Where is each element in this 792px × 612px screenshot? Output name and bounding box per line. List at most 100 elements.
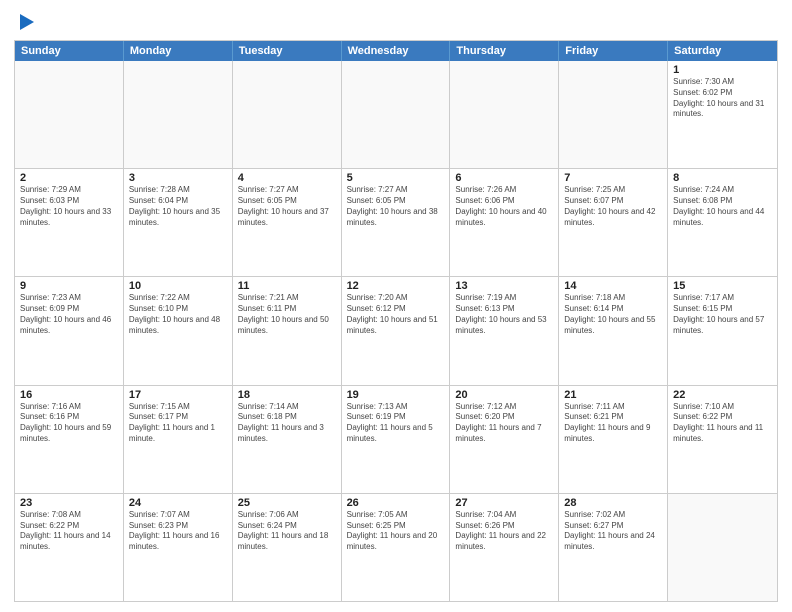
logo-icon — [16, 10, 36, 34]
day-number: 27 — [455, 497, 553, 509]
day-info: Sunrise: 7:14 AM Sunset: 6:18 PM Dayligh… — [238, 402, 336, 445]
day-number: 10 — [129, 280, 227, 292]
day-cell-6: 6Sunrise: 7:26 AM Sunset: 6:06 PM Daylig… — [450, 169, 559, 276]
calendar-row-2: 9Sunrise: 7:23 AM Sunset: 6:09 PM Daylig… — [15, 276, 777, 384]
day-cell-20: 20Sunrise: 7:12 AM Sunset: 6:20 PM Dayli… — [450, 386, 559, 493]
day-number: 1 — [673, 64, 772, 76]
day-number: 16 — [20, 389, 118, 401]
day-info: Sunrise: 7:29 AM Sunset: 6:03 PM Dayligh… — [20, 185, 118, 228]
day-info: Sunrise: 7:28 AM Sunset: 6:04 PM Dayligh… — [129, 185, 227, 228]
day-number: 25 — [238, 497, 336, 509]
calendar-header: SundayMondayTuesdayWednesdayThursdayFrid… — [15, 41, 777, 61]
day-cell-28: 28Sunrise: 7:02 AM Sunset: 6:27 PM Dayli… — [559, 494, 668, 601]
day-cell-15: 15Sunrise: 7:17 AM Sunset: 6:15 PM Dayli… — [668, 277, 777, 384]
empty-cell-r0c1 — [124, 61, 233, 168]
day-info: Sunrise: 7:04 AM Sunset: 6:26 PM Dayligh… — [455, 510, 553, 553]
empty-cell-r0c3 — [342, 61, 451, 168]
day-cell-22: 22Sunrise: 7:10 AM Sunset: 6:22 PM Dayli… — [668, 386, 777, 493]
day-number: 26 — [347, 497, 445, 509]
day-number: 13 — [455, 280, 553, 292]
day-info: Sunrise: 7:15 AM Sunset: 6:17 PM Dayligh… — [129, 402, 227, 445]
day-number: 2 — [20, 172, 118, 184]
day-number: 7 — [564, 172, 662, 184]
day-info: Sunrise: 7:26 AM Sunset: 6:06 PM Dayligh… — [455, 185, 553, 228]
day-cell-21: 21Sunrise: 7:11 AM Sunset: 6:21 PM Dayli… — [559, 386, 668, 493]
day-info: Sunrise: 7:13 AM Sunset: 6:19 PM Dayligh… — [347, 402, 445, 445]
empty-cell-r0c2 — [233, 61, 342, 168]
day-info: Sunrise: 7:05 AM Sunset: 6:25 PM Dayligh… — [347, 510, 445, 553]
page: SundayMondayTuesdayWednesdayThursdayFrid… — [0, 0, 792, 612]
day-cell-24: 24Sunrise: 7:07 AM Sunset: 6:23 PM Dayli… — [124, 494, 233, 601]
day-info: Sunrise: 7:25 AM Sunset: 6:07 PM Dayligh… — [564, 185, 662, 228]
day-info: Sunrise: 7:17 AM Sunset: 6:15 PM Dayligh… — [673, 293, 772, 336]
day-number: 12 — [347, 280, 445, 292]
header-day-saturday: Saturday — [668, 41, 777, 61]
day-number: 18 — [238, 389, 336, 401]
calendar-row-1: 2Sunrise: 7:29 AM Sunset: 6:03 PM Daylig… — [15, 168, 777, 276]
header-day-friday: Friday — [559, 41, 668, 61]
day-cell-3: 3Sunrise: 7:28 AM Sunset: 6:04 PM Daylig… — [124, 169, 233, 276]
day-cell-17: 17Sunrise: 7:15 AM Sunset: 6:17 PM Dayli… — [124, 386, 233, 493]
day-number: 3 — [129, 172, 227, 184]
header — [14, 10, 778, 34]
day-info: Sunrise: 7:24 AM Sunset: 6:08 PM Dayligh… — [673, 185, 772, 228]
day-cell-23: 23Sunrise: 7:08 AM Sunset: 6:22 PM Dayli… — [15, 494, 124, 601]
empty-cell-r0c5 — [559, 61, 668, 168]
day-cell-27: 27Sunrise: 7:04 AM Sunset: 6:26 PM Dayli… — [450, 494, 559, 601]
empty-cell-r0c0 — [15, 61, 124, 168]
day-info: Sunrise: 7:18 AM Sunset: 6:14 PM Dayligh… — [564, 293, 662, 336]
day-info: Sunrise: 7:12 AM Sunset: 6:20 PM Dayligh… — [455, 402, 553, 445]
day-number: 4 — [238, 172, 336, 184]
day-cell-14: 14Sunrise: 7:18 AM Sunset: 6:14 PM Dayli… — [559, 277, 668, 384]
day-cell-13: 13Sunrise: 7:19 AM Sunset: 6:13 PM Dayli… — [450, 277, 559, 384]
day-number: 22 — [673, 389, 772, 401]
day-cell-4: 4Sunrise: 7:27 AM Sunset: 6:05 PM Daylig… — [233, 169, 342, 276]
day-number: 11 — [238, 280, 336, 292]
day-number: 19 — [347, 389, 445, 401]
header-day-tuesday: Tuesday — [233, 41, 342, 61]
day-cell-9: 9Sunrise: 7:23 AM Sunset: 6:09 PM Daylig… — [15, 277, 124, 384]
empty-cell-r4c6 — [668, 494, 777, 601]
calendar-body: 1Sunrise: 7:30 AM Sunset: 6:02 PM Daylig… — [15, 61, 777, 601]
calendar-row-3: 16Sunrise: 7:16 AM Sunset: 6:16 PM Dayli… — [15, 385, 777, 493]
day-info: Sunrise: 7:22 AM Sunset: 6:10 PM Dayligh… — [129, 293, 227, 336]
day-number: 8 — [673, 172, 772, 184]
day-number: 14 — [564, 280, 662, 292]
day-info: Sunrise: 7:21 AM Sunset: 6:11 PM Dayligh… — [238, 293, 336, 336]
day-cell-5: 5Sunrise: 7:27 AM Sunset: 6:05 PM Daylig… — [342, 169, 451, 276]
header-day-monday: Monday — [124, 41, 233, 61]
day-cell-10: 10Sunrise: 7:22 AM Sunset: 6:10 PM Dayli… — [124, 277, 233, 384]
day-info: Sunrise: 7:11 AM Sunset: 6:21 PM Dayligh… — [564, 402, 662, 445]
day-info: Sunrise: 7:19 AM Sunset: 6:13 PM Dayligh… — [455, 293, 553, 336]
day-info: Sunrise: 7:27 AM Sunset: 6:05 PM Dayligh… — [347, 185, 445, 228]
day-number: 23 — [20, 497, 118, 509]
day-info: Sunrise: 7:30 AM Sunset: 6:02 PM Dayligh… — [673, 77, 772, 120]
day-info: Sunrise: 7:23 AM Sunset: 6:09 PM Dayligh… — [20, 293, 118, 336]
header-day-sunday: Sunday — [15, 41, 124, 61]
day-cell-7: 7Sunrise: 7:25 AM Sunset: 6:07 PM Daylig… — [559, 169, 668, 276]
day-number: 24 — [129, 497, 227, 509]
day-cell-26: 26Sunrise: 7:05 AM Sunset: 6:25 PM Dayli… — [342, 494, 451, 601]
empty-cell-r0c4 — [450, 61, 559, 168]
day-cell-25: 25Sunrise: 7:06 AM Sunset: 6:24 PM Dayli… — [233, 494, 342, 601]
day-info: Sunrise: 7:08 AM Sunset: 6:22 PM Dayligh… — [20, 510, 118, 553]
day-info: Sunrise: 7:20 AM Sunset: 6:12 PM Dayligh… — [347, 293, 445, 336]
calendar: SundayMondayTuesdayWednesdayThursdayFrid… — [14, 40, 778, 602]
day-cell-1: 1Sunrise: 7:30 AM Sunset: 6:02 PM Daylig… — [668, 61, 777, 168]
calendar-row-0: 1Sunrise: 7:30 AM Sunset: 6:02 PM Daylig… — [15, 61, 777, 168]
calendar-row-4: 23Sunrise: 7:08 AM Sunset: 6:22 PM Dayli… — [15, 493, 777, 601]
day-info: Sunrise: 7:02 AM Sunset: 6:27 PM Dayligh… — [564, 510, 662, 553]
day-cell-11: 11Sunrise: 7:21 AM Sunset: 6:11 PM Dayli… — [233, 277, 342, 384]
day-cell-16: 16Sunrise: 7:16 AM Sunset: 6:16 PM Dayli… — [15, 386, 124, 493]
day-cell-18: 18Sunrise: 7:14 AM Sunset: 6:18 PM Dayli… — [233, 386, 342, 493]
day-info: Sunrise: 7:27 AM Sunset: 6:05 PM Dayligh… — [238, 185, 336, 228]
day-info: Sunrise: 7:10 AM Sunset: 6:22 PM Dayligh… — [673, 402, 772, 445]
day-number: 15 — [673, 280, 772, 292]
day-number: 20 — [455, 389, 553, 401]
day-number: 21 — [564, 389, 662, 401]
day-info: Sunrise: 7:16 AM Sunset: 6:16 PM Dayligh… — [20, 402, 118, 445]
day-info: Sunrise: 7:07 AM Sunset: 6:23 PM Dayligh… — [129, 510, 227, 553]
day-cell-2: 2Sunrise: 7:29 AM Sunset: 6:03 PM Daylig… — [15, 169, 124, 276]
day-cell-12: 12Sunrise: 7:20 AM Sunset: 6:12 PM Dayli… — [342, 277, 451, 384]
day-cell-8: 8Sunrise: 7:24 AM Sunset: 6:08 PM Daylig… — [668, 169, 777, 276]
